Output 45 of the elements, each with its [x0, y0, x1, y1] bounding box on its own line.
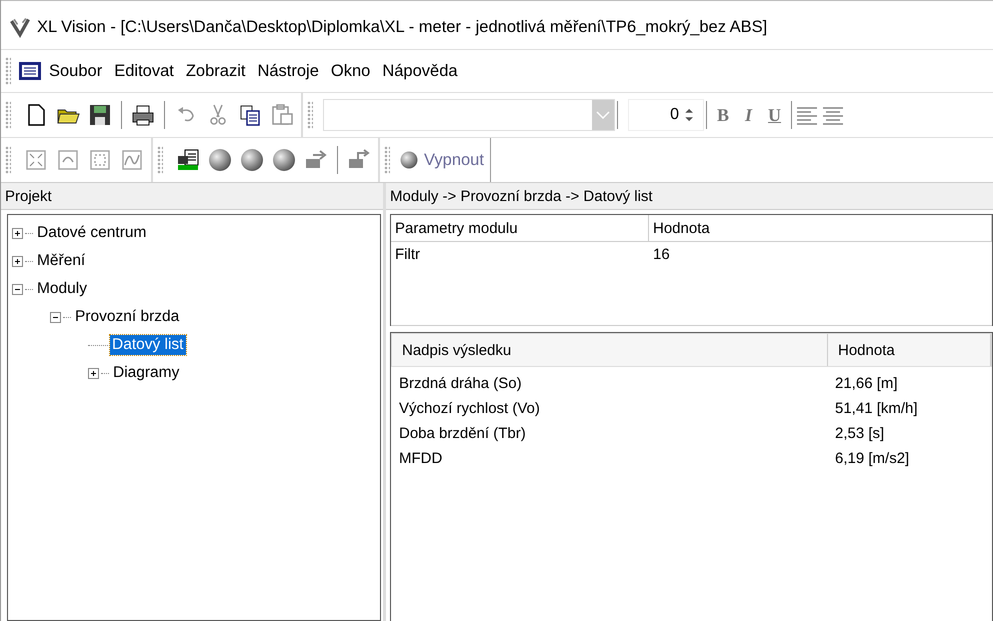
column-header: Parametry modulu	[391, 215, 649, 241]
table-cell-text: Výchozí rychlost (Vo)	[398, 399, 541, 419]
menu-item[interactable]: Soubor	[43, 60, 108, 82]
menu-item[interactable]: Editovat	[108, 60, 180, 82]
tree-item[interactable]: Datové centrum	[35, 223, 148, 243]
column-header: Hodnota	[828, 334, 991, 366]
collapse-icon[interactable]	[50, 312, 61, 322]
format-button[interactable]: U	[760, 104, 790, 126]
table-cell-text: Filtr	[394, 245, 421, 265]
menu-item[interactable]: Nápověda	[376, 60, 464, 82]
tree-item[interactable]: Měření	[35, 251, 88, 271]
app-logo-icon	[9, 16, 31, 38]
table-cell-text: Doba brzdění (Tbr)	[398, 424, 527, 444]
table-cell-text: 21,66 [m]	[834, 374, 899, 394]
breadcrumb: Moduly -> Provozní brzda -> Datový list	[386, 183, 993, 210]
menu-item[interactable]: Zobrazit	[180, 60, 252, 82]
menu-item[interactable]: Nástroje	[251, 60, 325, 82]
menu-item[interactable]: Okno	[324, 60, 376, 82]
format-button[interactable]: I	[737, 104, 760, 126]
panel-header: Projekt	[1, 183, 383, 210]
expand-icon[interactable]	[88, 368, 99, 378]
window-title: XL Vision - [C:\Users\Danča\Desktop\Diplomka\XL - meter - jednotlivá měření\TP6_mokrý_bez ABS]	[37, 18, 768, 36]
font-size-field[interactable]: 0	[628, 99, 704, 131]
column-header: Nadpis výsledku	[392, 334, 828, 366]
expand-icon[interactable]	[12, 256, 23, 266]
tree-item[interactable]: Datový list	[110, 335, 186, 355]
circle-icon[interactable]	[271, 147, 297, 173]
tree-item[interactable]: Diagramy	[111, 363, 182, 383]
table-cell-text: MFDD	[398, 449, 444, 469]
data-panel-icon[interactable]	[175, 147, 201, 173]
tree-item[interactable]: Moduly	[35, 279, 89, 299]
table-cell-text: Brzdná dráha (So)	[398, 374, 523, 394]
save-icon[interactable]	[87, 102, 113, 128]
column-header: Hodnota	[649, 215, 992, 241]
format-button[interactable]: B	[709, 104, 738, 126]
table-cell-text: 51,41 [km/h]	[834, 399, 919, 419]
circle-icon	[398, 149, 420, 171]
circle-icon[interactable]	[239, 147, 265, 173]
table-cell-text: 16	[652, 245, 671, 265]
expand-icon[interactable]	[12, 228, 23, 238]
circle-icon[interactable]	[207, 147, 233, 173]
table-cell-text: 6,19 [m/s2]	[834, 449, 910, 469]
collapse-icon[interactable]	[12, 284, 23, 294]
tree-item[interactable]: Provozní brzda	[73, 307, 182, 327]
table-cell-text: 2,53 [s]	[834, 424, 886, 444]
